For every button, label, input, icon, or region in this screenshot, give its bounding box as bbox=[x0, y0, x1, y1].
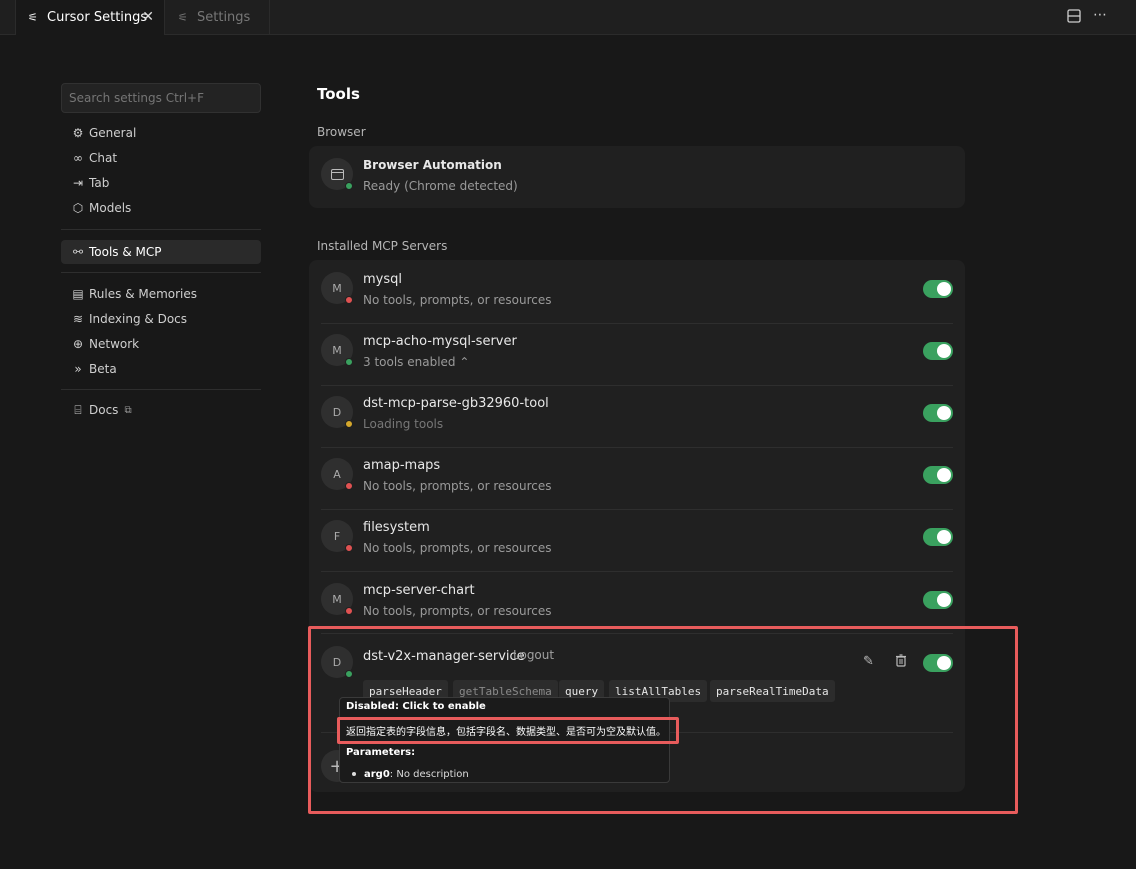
sidebar-item-chat[interactable]: ∞ Chat bbox=[61, 146, 261, 170]
page-title: Tools bbox=[317, 85, 360, 103]
split-editor-icon[interactable] bbox=[1067, 9, 1081, 27]
server-status: No tools, prompts, or resources bbox=[363, 604, 552, 618]
divider bbox=[61, 272, 261, 273]
sidebar-item-tools-mcp[interactable]: ⚯ Tools & MCP bbox=[61, 240, 261, 264]
server-status: No tools, prompts, or resources bbox=[363, 479, 552, 493]
sidebar-item-indexing-docs[interactable]: ≋ Indexing & Docs bbox=[61, 307, 261, 331]
sidebar-item-beta[interactable]: » Beta bbox=[61, 357, 261, 381]
close-icon[interactable]: ✕ bbox=[142, 9, 154, 25]
browser-status: Ready (Chrome detected) bbox=[363, 179, 518, 193]
infinity-icon: ∞ bbox=[73, 151, 83, 165]
server-toggle[interactable] bbox=[923, 404, 953, 422]
status-dot bbox=[345, 296, 353, 304]
sidebar-item-rules-memories[interactable]: ▤ Rules & Memories bbox=[61, 282, 261, 306]
server-status[interactable]: 3 tools enabled ⌃ bbox=[363, 355, 469, 369]
status-dot bbox=[345, 544, 353, 552]
book-icon: ⌸ bbox=[74, 402, 82, 417]
server-toggle[interactable] bbox=[923, 280, 953, 298]
sidebar-item-network[interactable]: ⊕ Network bbox=[61, 332, 261, 356]
mcp-section-label: Installed MCP Servers bbox=[317, 239, 448, 253]
mcp-server-row[interactable]: A amap-maps No tools, prompts, or resour… bbox=[321, 446, 953, 508]
browser-card: Browser Automation Ready (Chrome detecte… bbox=[309, 146, 965, 208]
tab-bar: ⚟ Cursor Settings ✕ ⚟ Settings ⋯ bbox=[0, 0, 1136, 35]
mcp-server-row[interactable]: D dst-mcp-parse-gb32960-tool Loading too… bbox=[321, 384, 953, 446]
status-dot bbox=[345, 482, 353, 490]
server-status: Loading tools bbox=[363, 417, 444, 431]
server-toggle[interactable] bbox=[923, 342, 953, 360]
server-name: mysql bbox=[363, 272, 402, 287]
mcp-server-row[interactable]: M mysql No tools, prompts, or resources bbox=[321, 260, 953, 322]
server-name: mcp-server-chart bbox=[363, 583, 475, 598]
browser-section-label: Browser bbox=[317, 125, 366, 139]
sliders-icon: ⚟ bbox=[28, 11, 38, 24]
tab-cursor-settings[interactable]: ⚟ Cursor Settings ✕ bbox=[15, 0, 165, 35]
tab-label: Settings bbox=[197, 10, 251, 25]
sidebar-item-general[interactable]: ⚙ General bbox=[61, 121, 261, 145]
sidebar-item-tab[interactable]: ⇥ Tab bbox=[61, 171, 261, 195]
status-dot bbox=[345, 420, 353, 428]
server-name: filesystem bbox=[363, 520, 430, 535]
double-chevron-icon: » bbox=[74, 362, 82, 376]
status-dot bbox=[345, 358, 353, 366]
external-link-icon: ⧉ bbox=[124, 404, 132, 416]
status-dot bbox=[345, 607, 353, 615]
mcp-server-row[interactable]: M mcp-server-chart No tools, prompts, or… bbox=[321, 571, 953, 633]
mcp-server-row[interactable]: F filesystem No tools, prompts, or resou… bbox=[321, 508, 953, 570]
server-toggle[interactable] bbox=[923, 591, 953, 609]
database-icon: ≋ bbox=[72, 312, 84, 326]
sidebar-item-docs[interactable]: ⌸ Docs ⧉ bbox=[61, 398, 261, 422]
arrow-tab-icon: ⇥ bbox=[72, 176, 84, 190]
server-toggle[interactable] bbox=[923, 528, 953, 546]
tab-label: Cursor Settings bbox=[47, 10, 148, 25]
globe-icon: ⊕ bbox=[72, 337, 84, 351]
divider bbox=[61, 229, 261, 230]
cube-icon: ⬡ bbox=[72, 201, 84, 215]
tools-icon: ⚯ bbox=[72, 245, 84, 259]
gear-icon: ⚙ bbox=[72, 126, 84, 140]
server-status: No tools, prompts, or resources bbox=[363, 293, 552, 307]
server-name: dst-mcp-parse-gb32960-tool bbox=[363, 396, 549, 411]
sliders-icon: ⚟ bbox=[178, 11, 188, 24]
clipboard-icon: ▤ bbox=[72, 287, 84, 301]
server-toggle[interactable] bbox=[923, 466, 953, 484]
browser-title: Browser Automation bbox=[363, 158, 502, 172]
status-dot bbox=[345, 182, 353, 190]
server-status: No tools, prompts, or resources bbox=[363, 541, 552, 555]
search-input[interactable] bbox=[61, 83, 261, 113]
server-name: mcp-acho-mysql-server bbox=[363, 334, 517, 349]
mcp-server-row[interactable]: M mcp-acho-mysql-server 3 tools enabled … bbox=[321, 322, 953, 384]
server-name: amap-maps bbox=[363, 458, 441, 473]
browser-automation-row[interactable]: Browser Automation Ready (Chrome detecte… bbox=[321, 146, 953, 208]
divider bbox=[61, 389, 261, 390]
more-icon[interactable]: ⋯ bbox=[1093, 7, 1107, 23]
highlight-box bbox=[337, 717, 679, 744]
tab-settings[interactable]: ⚟ Settings bbox=[166, 0, 270, 35]
sidebar-item-models[interactable]: ⬡ Models bbox=[61, 196, 261, 220]
